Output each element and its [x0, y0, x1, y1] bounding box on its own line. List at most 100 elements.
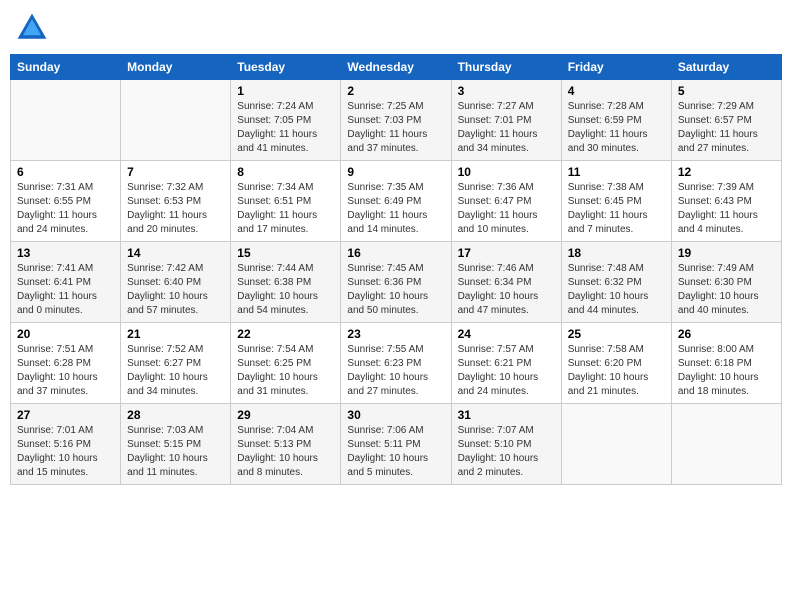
- cell-content: Sunrise: 7:48 AM Sunset: 6:32 PM Dayligh…: [568, 262, 665, 318]
- calendar-cell: 5 Sunrise: 7:29 AM Sunset: 6:57 PM Daylig…: [671, 80, 781, 161]
- day-number: 22: [237, 327, 334, 341]
- calendar-cell: 7 Sunrise: 7:32 AM Sunset: 6:53 PM Daylig…: [121, 161, 231, 242]
- logo: [14, 10, 54, 46]
- calendar-week-3: 13 Sunrise: 7:41 AM Sunset: 6:41 PM Dayli…: [11, 242, 782, 323]
- day-number: 31: [458, 408, 555, 422]
- calendar-cell: 14Sunrise: 7:42 AM Sunset: 6:40 PM Dayli…: [121, 242, 231, 323]
- cell-content: Sunrise: 7:55 AM Sunset: 6:23 PM Dayligh…: [347, 343, 444, 399]
- day-number: 16: [347, 246, 444, 260]
- cell-content: Sunrise: 7:46 AM Sunset: 6:34 PM Dayligh…: [458, 262, 555, 318]
- cell-content: Sunrise: 7:29 AM Sunset: 6:57 PM Dayligh…: [678, 100, 775, 156]
- cell-content: Sunrise: 7:58 AM Sunset: 6:20 PM Dayligh…: [568, 343, 665, 399]
- col-header-saturday: Saturday: [671, 55, 781, 80]
- calendar-cell: [11, 80, 121, 161]
- day-number: 15: [237, 246, 334, 260]
- day-number: 3: [458, 84, 555, 98]
- cell-content: Sunrise: 7:28 AM Sunset: 6:59 PM Dayligh…: [568, 100, 665, 156]
- cell-content: Sunrise: 7:44 AM Sunset: 6:38 PM Dayligh…: [237, 262, 334, 318]
- calendar-cell: 16Sunrise: 7:45 AM Sunset: 6:36 PM Dayli…: [341, 242, 451, 323]
- calendar-cell: 28 Sunrise: 7:03 AM Sunset: 5:15 PM Dayli…: [121, 404, 231, 485]
- calendar-cell: 25 Sunrise: 7:58 AM Sunset: 6:20 PM Dayli…: [561, 323, 671, 404]
- col-header-sunday: Sunday: [11, 55, 121, 80]
- day-number: 5: [678, 84, 775, 98]
- cell-content: Sunrise: 7:03 AM Sunset: 5:15 PM Dayligh…: [127, 424, 224, 480]
- day-number: 29: [237, 408, 334, 422]
- cell-content: Sunrise: 7:52 AM Sunset: 6:27 PM Dayligh…: [127, 343, 224, 399]
- calendar-cell: [561, 404, 671, 485]
- day-number: 20: [17, 327, 114, 341]
- day-number: 11: [568, 165, 665, 179]
- day-number: 2: [347, 84, 444, 98]
- day-number: 19: [678, 246, 775, 260]
- day-number: 25: [568, 327, 665, 341]
- day-number: 4: [568, 84, 665, 98]
- cell-content: Sunrise: 7:51 AM Sunset: 6:28 PM Dayligh…: [17, 343, 114, 399]
- calendar-cell: 8Sunrise: 7:34 AM Sunset: 6:51 PM Daylig…: [231, 161, 341, 242]
- col-header-monday: Monday: [121, 55, 231, 80]
- calendar-week-5: 27 Sunrise: 7:01 AM Sunset: 5:16 PM Dayli…: [11, 404, 782, 485]
- calendar-week-2: 6Sunrise: 7:31 AM Sunset: 6:55 PM Daylig…: [11, 161, 782, 242]
- cell-content: Sunrise: 7:06 AM Sunset: 5:11 PM Dayligh…: [347, 424, 444, 480]
- calendar-cell: 18 Sunrise: 7:48 AM Sunset: 6:32 PM Dayli…: [561, 242, 671, 323]
- day-number: 9: [347, 165, 444, 179]
- calendar-cell: 31 Sunrise: 7:07 AM Sunset: 5:10 PM Dayli…: [451, 404, 561, 485]
- day-number: 27: [17, 408, 114, 422]
- col-header-wednesday: Wednesday: [341, 55, 451, 80]
- day-number: 13: [17, 246, 114, 260]
- day-number: 26: [678, 327, 775, 341]
- day-number: 12: [678, 165, 775, 179]
- day-number: 28: [127, 408, 224, 422]
- day-number: 21: [127, 327, 224, 341]
- cell-content: Sunrise: 7:01 AM Sunset: 5:16 PM Dayligh…: [17, 424, 114, 480]
- calendar-cell: 3 Sunrise: 7:27 AM Sunset: 7:01 PM Daylig…: [451, 80, 561, 161]
- calendar-cell: 1 Sunrise: 7:24 AM Sunset: 7:05 PM Daylig…: [231, 80, 341, 161]
- calendar-cell: 6Sunrise: 7:31 AM Sunset: 6:55 PM Daylig…: [11, 161, 121, 242]
- col-header-tuesday: Tuesday: [231, 55, 341, 80]
- calendar-cell: [121, 80, 231, 161]
- day-number: 30: [347, 408, 444, 422]
- cell-content: Sunrise: 7:38 AM Sunset: 6:45 PM Dayligh…: [568, 181, 665, 237]
- calendar-cell: 19 Sunrise: 7:49 AM Sunset: 6:30 PM Dayli…: [671, 242, 781, 323]
- cell-content: Sunrise: 8:00 AM Sunset: 6:18 PM Dayligh…: [678, 343, 775, 399]
- cell-content: Sunrise: 7:04 AM Sunset: 5:13 PM Dayligh…: [237, 424, 334, 480]
- cell-content: Sunrise: 7:07 AM Sunset: 5:10 PM Dayligh…: [458, 424, 555, 480]
- calendar-week-1: 1 Sunrise: 7:24 AM Sunset: 7:05 PM Daylig…: [11, 80, 782, 161]
- calendar-cell: 27 Sunrise: 7:01 AM Sunset: 5:16 PM Dayli…: [11, 404, 121, 485]
- cell-content: Sunrise: 7:49 AM Sunset: 6:30 PM Dayligh…: [678, 262, 775, 318]
- calendar-cell: 22Sunrise: 7:54 AM Sunset: 6:25 PM Dayli…: [231, 323, 341, 404]
- calendar-table: SundayMondayTuesdayWednesdayThursdayFrid…: [10, 54, 782, 485]
- calendar-cell: 24Sunrise: 7:57 AM Sunset: 6:21 PM Dayli…: [451, 323, 561, 404]
- cell-content: Sunrise: 7:35 AM Sunset: 6:49 PM Dayligh…: [347, 181, 444, 237]
- day-number: 7: [127, 165, 224, 179]
- cell-content: Sunrise: 7:27 AM Sunset: 7:01 PM Dayligh…: [458, 100, 555, 156]
- calendar-cell: 30 Sunrise: 7:06 AM Sunset: 5:11 PM Dayli…: [341, 404, 451, 485]
- day-number: 10: [458, 165, 555, 179]
- calendar-cell: 29 Sunrise: 7:04 AM Sunset: 5:13 PM Dayli…: [231, 404, 341, 485]
- cell-content: Sunrise: 7:32 AM Sunset: 6:53 PM Dayligh…: [127, 181, 224, 237]
- calendar-cell: 23Sunrise: 7:55 AM Sunset: 6:23 PM Dayli…: [341, 323, 451, 404]
- calendar-cell: 9 Sunrise: 7:35 AM Sunset: 6:49 PM Daylig…: [341, 161, 451, 242]
- calendar-cell: 13 Sunrise: 7:41 AM Sunset: 6:41 PM Dayli…: [11, 242, 121, 323]
- cell-content: Sunrise: 7:36 AM Sunset: 6:47 PM Dayligh…: [458, 181, 555, 237]
- cell-content: Sunrise: 7:57 AM Sunset: 6:21 PM Dayligh…: [458, 343, 555, 399]
- cell-content: Sunrise: 7:25 AM Sunset: 7:03 PM Dayligh…: [347, 100, 444, 156]
- calendar-week-4: 20 Sunrise: 7:51 AM Sunset: 6:28 PM Dayli…: [11, 323, 782, 404]
- day-number: 1: [237, 84, 334, 98]
- cell-content: Sunrise: 7:39 AM Sunset: 6:43 PM Dayligh…: [678, 181, 775, 237]
- cell-content: Sunrise: 7:31 AM Sunset: 6:55 PM Dayligh…: [17, 181, 114, 237]
- cell-content: Sunrise: 7:42 AM Sunset: 6:40 PM Dayligh…: [127, 262, 224, 318]
- day-number: 8: [237, 165, 334, 179]
- calendar-cell: 2 Sunrise: 7:25 AM Sunset: 7:03 PM Daylig…: [341, 80, 451, 161]
- calendar-cell: 12 Sunrise: 7:39 AM Sunset: 6:43 PM Dayli…: [671, 161, 781, 242]
- calendar-cell: 15 Sunrise: 7:44 AM Sunset: 6:38 PM Dayli…: [231, 242, 341, 323]
- day-number: 18: [568, 246, 665, 260]
- calendar-cell: 17 Sunrise: 7:46 AM Sunset: 6:34 PM Dayli…: [451, 242, 561, 323]
- cell-content: Sunrise: 7:41 AM Sunset: 6:41 PM Dayligh…: [17, 262, 114, 318]
- calendar-cell: 4 Sunrise: 7:28 AM Sunset: 6:59 PM Daylig…: [561, 80, 671, 161]
- day-number: 17: [458, 246, 555, 260]
- calendar-cell: 20 Sunrise: 7:51 AM Sunset: 6:28 PM Dayli…: [11, 323, 121, 404]
- col-header-thursday: Thursday: [451, 55, 561, 80]
- cell-content: Sunrise: 7:24 AM Sunset: 7:05 PM Dayligh…: [237, 100, 334, 156]
- col-header-friday: Friday: [561, 55, 671, 80]
- logo-icon: [14, 10, 50, 46]
